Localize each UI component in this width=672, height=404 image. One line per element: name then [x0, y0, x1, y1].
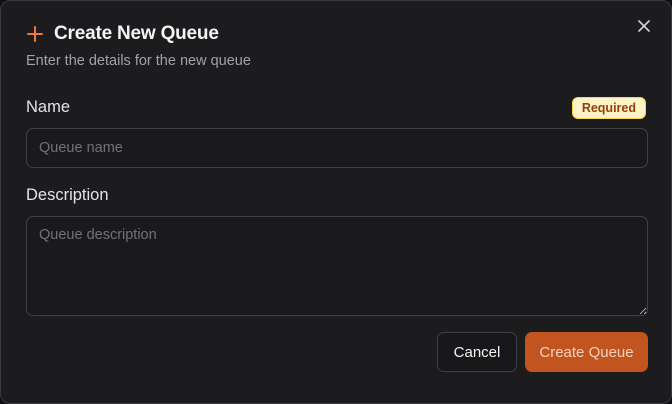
plus-icon [26, 25, 44, 43]
queue-name-input[interactable] [26, 128, 648, 168]
dialog-header: Create New Queue [26, 23, 219, 45]
description-label: Description [26, 186, 109, 204]
dialog-subtitle: Enter the details for the new queue [26, 53, 251, 69]
queue-description-input[interactable] [26, 216, 648, 316]
close-button[interactable] [633, 15, 655, 37]
required-badge: Required [571, 97, 646, 119]
close-icon [638, 20, 650, 32]
name-label: Name [26, 98, 71, 116]
create-queue-button[interactable]: Create Queue [525, 332, 648, 372]
dialog-title: Create New Queue [54, 23, 219, 44]
cancel-button[interactable]: Cancel [437, 332, 517, 372]
create-queue-dialog: Create New Queue Enter the details for t… [0, 0, 672, 404]
